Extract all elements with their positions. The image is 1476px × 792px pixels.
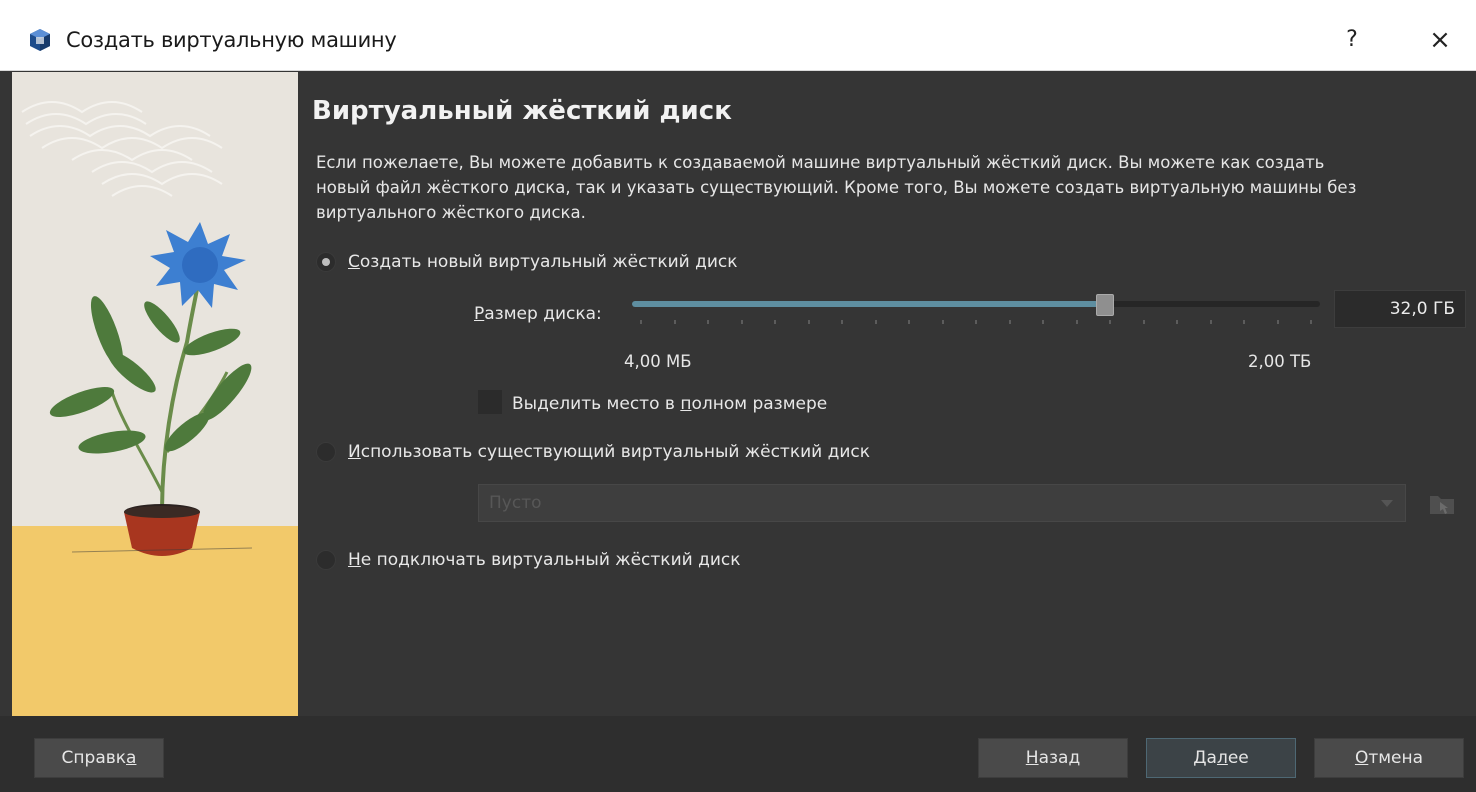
slider-tick	[808, 320, 810, 324]
next-button[interactable]: Далее	[1146, 738, 1296, 778]
disk-size-input[interactable]: 32,0 ГБ	[1334, 290, 1466, 328]
slider-tick	[1277, 320, 1279, 324]
slider-tick	[1176, 320, 1178, 324]
slider-tick	[1076, 320, 1078, 324]
existing-disk-select[interactable]: Пусто	[478, 484, 1406, 522]
close-button[interactable]: ×	[1420, 20, 1460, 60]
slider-tick	[674, 320, 676, 324]
back-button[interactable]: Назад	[978, 738, 1128, 778]
slider-tick	[1243, 320, 1245, 324]
use-existing-disk-radio[interactable]	[316, 442, 336, 462]
cancel-button[interactable]: Отмена	[1314, 738, 1464, 778]
window-title: Создать виртуальную машину	[66, 28, 397, 52]
slider-tick	[1109, 320, 1111, 324]
help-title-button[interactable]: ?	[1336, 20, 1368, 60]
slider-tick	[1042, 320, 1044, 324]
slider-tick	[640, 320, 642, 324]
page-heading: Виртуальный жёсткий диск	[312, 96, 732, 126]
disk-size-min-label: 4,00 МБ	[624, 352, 692, 371]
slider-tick	[942, 320, 944, 324]
chevron-down-icon	[1381, 500, 1393, 507]
slider-tick	[741, 320, 743, 324]
slider-tick	[841, 320, 843, 324]
create-new-disk-label[interactable]: Создать новый виртуальный жёсткий диск	[348, 252, 738, 272]
virtualbox-icon	[30, 29, 50, 51]
slider-tick	[975, 320, 977, 324]
slider-fill	[632, 301, 1104, 307]
preallocate-checkbox[interactable]	[478, 390, 502, 414]
slider-tick	[1143, 320, 1145, 324]
disk-size-max-label: 2,00 ТБ	[1248, 352, 1312, 371]
slider-handle[interactable]	[1096, 294, 1114, 316]
use-existing-disk-label[interactable]: Использовать существующий виртуальный жё…	[348, 442, 870, 462]
title-bar: Создать виртуальную машину ? ×	[0, 0, 1476, 71]
slider-tick	[908, 320, 910, 324]
wizard-illustration	[12, 72, 298, 716]
slider-tick	[1009, 320, 1011, 324]
help-button[interactable]: Справка	[34, 738, 164, 778]
create-new-disk-radio[interactable]	[316, 252, 336, 272]
page-description: Если пожелаете, Вы можете добавить к соз…	[316, 153, 1357, 222]
slider-tick	[774, 320, 776, 324]
disk-size-label: Размер диска:	[474, 304, 602, 324]
no-disk-radio[interactable]	[316, 550, 336, 570]
disk-size-slider[interactable]	[632, 294, 1320, 324]
no-disk-label[interactable]: Не подключать виртуальный жёсткий диск	[348, 550, 740, 570]
slider-tick	[1310, 320, 1312, 324]
wizard-page: Виртуальный жёсткий диск Если пожелаете,…	[312, 72, 1472, 716]
slider-tick	[707, 320, 709, 324]
button-bar: Справка Назад Далее Отмена	[0, 716, 1476, 792]
folder-open-icon[interactable]	[1426, 488, 1458, 520]
slider-tick	[875, 320, 877, 324]
preallocate-label[interactable]: Выделить место в полном размере	[512, 394, 827, 414]
slider-tick	[1210, 320, 1212, 324]
existing-disk-select-value: Пусто	[489, 493, 542, 513]
